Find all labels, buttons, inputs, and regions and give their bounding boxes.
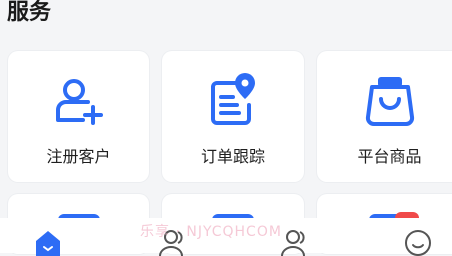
profile-icon[interactable] — [403, 228, 433, 256]
shopping-bag-icon — [365, 77, 414, 126]
service-card-register-customer[interactable]: 注册客户 — [8, 51, 149, 182]
team-icon[interactable] — [280, 228, 310, 256]
service-label: 注册客户 — [46, 147, 111, 166]
service-label: 平台商品 — [357, 147, 422, 166]
service-label: 订单跟踪 — [200, 147, 265, 166]
service-card-platform-products[interactable]: 平台商品 — [317, 51, 452, 182]
service-card-order-tracking[interactable]: 订单跟踪 — [162, 51, 304, 182]
home-icon[interactable] — [33, 228, 63, 256]
section-title: 服务 — [7, 0, 52, 25]
order-tracking-icon — [211, 73, 255, 125]
add-user-icon — [55, 79, 103, 125]
watermark: 乐享 · NJYCQHCOM — [140, 224, 282, 240]
